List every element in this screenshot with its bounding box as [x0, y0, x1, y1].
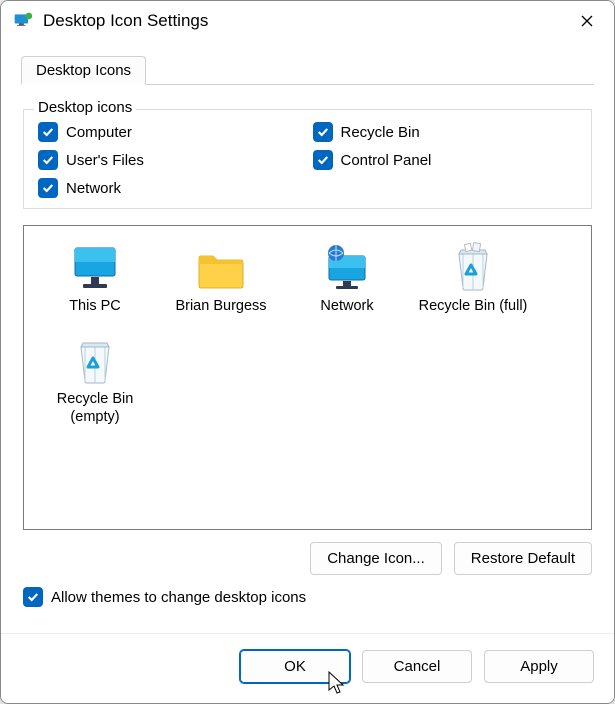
dialog-footer: OK Cancel Apply [1, 633, 614, 703]
content-area: Desktop Icons Desktop icons Computer Rec… [1, 41, 614, 633]
recycle-full-icon [410, 240, 536, 292]
change-icon-button[interactable]: Change Icon... [310, 542, 442, 575]
checkmark-icon [313, 150, 333, 170]
checkbox-grid: Computer Recycle Bin User's Files Contro… [38, 122, 577, 198]
checkbox-label: Network [66, 180, 121, 197]
restore-default-button[interactable]: Restore Default [454, 542, 592, 575]
icon-item-network[interactable]: Network [284, 240, 410, 315]
group-legend: Desktop icons [34, 99, 136, 116]
app-icon [13, 11, 33, 31]
checkbox-recycle-bin[interactable]: Recycle Bin [313, 122, 578, 142]
pc-icon [32, 240, 158, 292]
allow-themes-checkbox[interactable]: Allow themes to change desktop icons [23, 587, 592, 607]
icon-item-this-pc[interactable]: This PC [32, 240, 158, 315]
dialog-window: Desktop Icon Settings Desktop Icons Desk… [0, 0, 615, 704]
icon-label: Recycle Bin (empty) [32, 391, 158, 426]
apply-button[interactable]: Apply [484, 650, 594, 683]
checkbox-label: Control Panel [341, 152, 432, 169]
close-button[interactable] [564, 5, 610, 37]
icon-label: Recycle Bin (full) [410, 298, 536, 315]
icon-item-recycle-empty[interactable]: Recycle Bin (empty) [32, 333, 158, 426]
window-title: Desktop Icon Settings [43, 11, 564, 31]
ok-button[interactable]: OK [240, 650, 350, 683]
checkbox-users-files[interactable]: User's Files [38, 150, 303, 170]
icon-preview-list: This PC Brian Burgess [23, 225, 592, 530]
icon-label: Network [284, 298, 410, 315]
folder-icon [158, 240, 284, 292]
checkbox-network[interactable]: Network [38, 178, 303, 198]
checkmark-icon [313, 122, 333, 142]
checkmark-icon [38, 122, 58, 142]
titlebar: Desktop Icon Settings [1, 1, 614, 41]
tab-body: Desktop icons Computer Recycle Bin User'… [21, 85, 594, 615]
checkbox-label: Recycle Bin [341, 124, 420, 141]
icon-label: Brian Burgess [158, 298, 284, 315]
checkbox-computer[interactable]: Computer [38, 122, 303, 142]
desktop-icons-group: Desktop icons Computer Recycle Bin User'… [23, 109, 592, 209]
checkbox-label: User's Files [66, 152, 144, 169]
checkmark-icon [38, 150, 58, 170]
network-icon [284, 240, 410, 292]
icon-item-recycle-full[interactable]: Recycle Bin (full) [410, 240, 536, 315]
icon-label: This PC [32, 298, 158, 315]
checkbox-label: Computer [66, 124, 132, 141]
checkmark-icon [38, 178, 58, 198]
cancel-button[interactable]: Cancel [362, 650, 472, 683]
icon-buttons-row: Change Icon... Restore Default [23, 542, 592, 575]
tabstrip: Desktop Icons [21, 55, 594, 85]
recycle-empty-icon [32, 333, 158, 385]
tab-desktop-icons[interactable]: Desktop Icons [21, 56, 146, 85]
checkbox-control-panel[interactable]: Control Panel [313, 150, 578, 170]
allow-themes-label: Allow themes to change desktop icons [51, 589, 306, 606]
icon-item-user-folder[interactable]: Brian Burgess [158, 240, 284, 315]
checkmark-icon [23, 587, 43, 607]
